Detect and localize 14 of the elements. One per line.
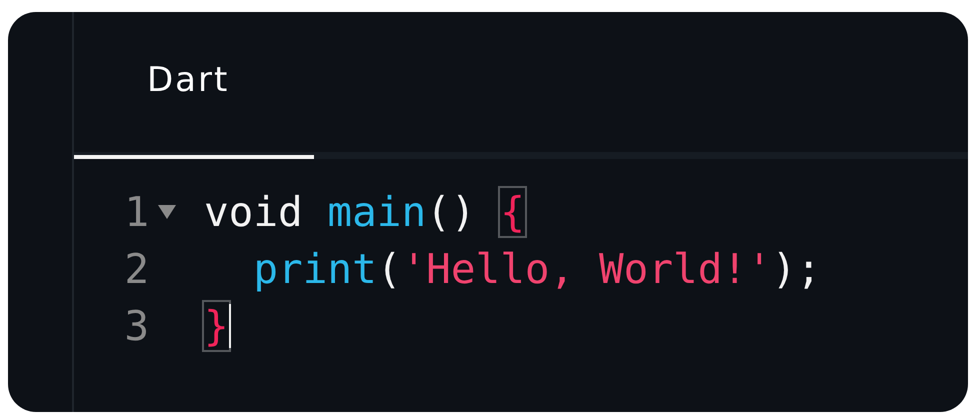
fold-triangle-icon[interactable] <box>157 202 177 220</box>
code-token: ); <box>772 244 822 292</box>
code-token: 'Hello, World!' <box>401 244 772 292</box>
tab[interactable]: Dart <box>74 12 314 159</box>
line-number: 3 <box>123 302 149 350</box>
code-token: ( <box>376 244 402 292</box>
line-number: 2 <box>123 244 149 292</box>
matched-bracket: { <box>500 188 525 236</box>
code-token: () <box>426 188 477 236</box>
line-number: 1 <box>123 188 149 236</box>
code-token: print <box>252 244 377 292</box>
code-token: void <box>204 188 304 236</box>
code-token: main <box>327 188 426 236</box>
matched-bracket: } <box>204 302 229 350</box>
